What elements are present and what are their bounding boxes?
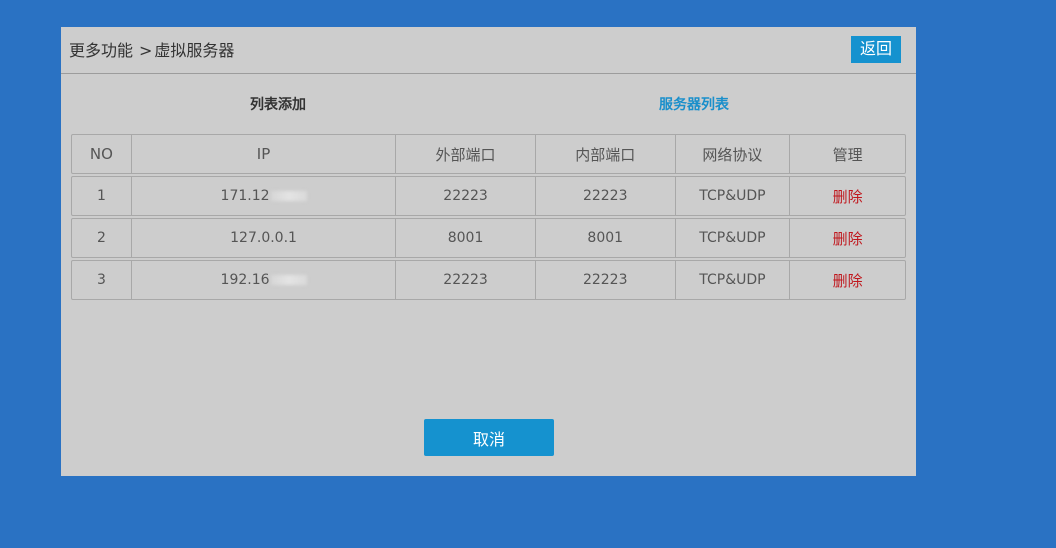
redacted-ip-blur bbox=[270, 275, 307, 285]
row-external-port: 22223 bbox=[396, 261, 536, 299]
row-internal-port: 22223 bbox=[536, 261, 676, 299]
row-no: 3 bbox=[72, 261, 132, 299]
back-button[interactable]: 返回 bbox=[851, 36, 901, 63]
column-header-no: NO bbox=[72, 135, 132, 173]
row-internal-port: 22223 bbox=[536, 177, 676, 215]
breadcrumb: 更多功能 > 虚拟服务器 bbox=[69, 37, 234, 61]
row-no: 2 bbox=[72, 219, 132, 257]
virtual-server-panel: 更多功能 > 虚拟服务器 返回 列表添加 服务器列表 NO IP 外部端口 内部端口… bbox=[61, 27, 916, 476]
row-ip: 192.16 bbox=[132, 261, 397, 299]
tab-server-list[interactable]: 服务器列表 bbox=[659, 94, 729, 114]
column-header-internal-port: 内部端口 bbox=[536, 135, 676, 173]
redacted-ip-blur bbox=[270, 191, 307, 201]
row-protocol: TCP&UDP bbox=[676, 261, 791, 299]
row-no: 1 bbox=[72, 177, 132, 215]
row-ip: 127.0.0.1 bbox=[132, 219, 397, 257]
server-table: NO IP 外部端口 内部端口 网络协议 管理 1 171.12 22223 2… bbox=[71, 134, 906, 302]
breadcrumb-root[interactable]: 更多功能 bbox=[69, 41, 133, 60]
row-ip-text: 192.16 bbox=[220, 272, 270, 288]
delete-link[interactable]: 删除 bbox=[833, 270, 863, 291]
table-row: 1 171.12 22223 22223 TCP&UDP 删除 bbox=[71, 176, 906, 216]
row-internal-port: 8001 bbox=[536, 219, 676, 257]
delete-link[interactable]: 删除 bbox=[833, 186, 863, 207]
row-ip-text: 171.12 bbox=[220, 188, 270, 204]
row-protocol: TCP&UDP bbox=[676, 219, 791, 257]
row-manage: 删除 bbox=[790, 219, 905, 257]
delete-link[interactable]: 删除 bbox=[833, 228, 863, 249]
column-header-protocol: 网络协议 bbox=[676, 135, 791, 173]
row-external-port: 22223 bbox=[396, 177, 536, 215]
table-header-row: NO IP 外部端口 内部端口 网络协议 管理 bbox=[71, 134, 906, 174]
breadcrumb-separator: > bbox=[139, 41, 153, 60]
column-header-ip: IP bbox=[132, 135, 397, 173]
row-external-port: 8001 bbox=[396, 219, 536, 257]
table-row: 2 127.0.0.1 8001 8001 TCP&UDP 删除 bbox=[71, 218, 906, 258]
cancel-button[interactable]: 取消 bbox=[424, 419, 554, 456]
column-header-manage: 管理 bbox=[832, 145, 863, 164]
row-manage: 删除 bbox=[790, 261, 905, 299]
table-row: 3 192.16 22223 22223 TCP&UDP 删除 bbox=[71, 260, 906, 300]
breadcrumb-current: 虚拟服务器 bbox=[154, 41, 235, 60]
row-manage: 删除 bbox=[790, 177, 905, 215]
row-ip: 171.12 bbox=[132, 177, 397, 215]
column-header-external-port: 外部端口 bbox=[396, 135, 536, 173]
tab-list-add[interactable]: 列表添加 bbox=[250, 94, 306, 114]
row-protocol: TCP&UDP bbox=[676, 177, 791, 215]
panel-header: 更多功能 > 虚拟服务器 返回 bbox=[61, 27, 916, 74]
row-ip-text: 127.0.0.1 bbox=[230, 230, 297, 246]
